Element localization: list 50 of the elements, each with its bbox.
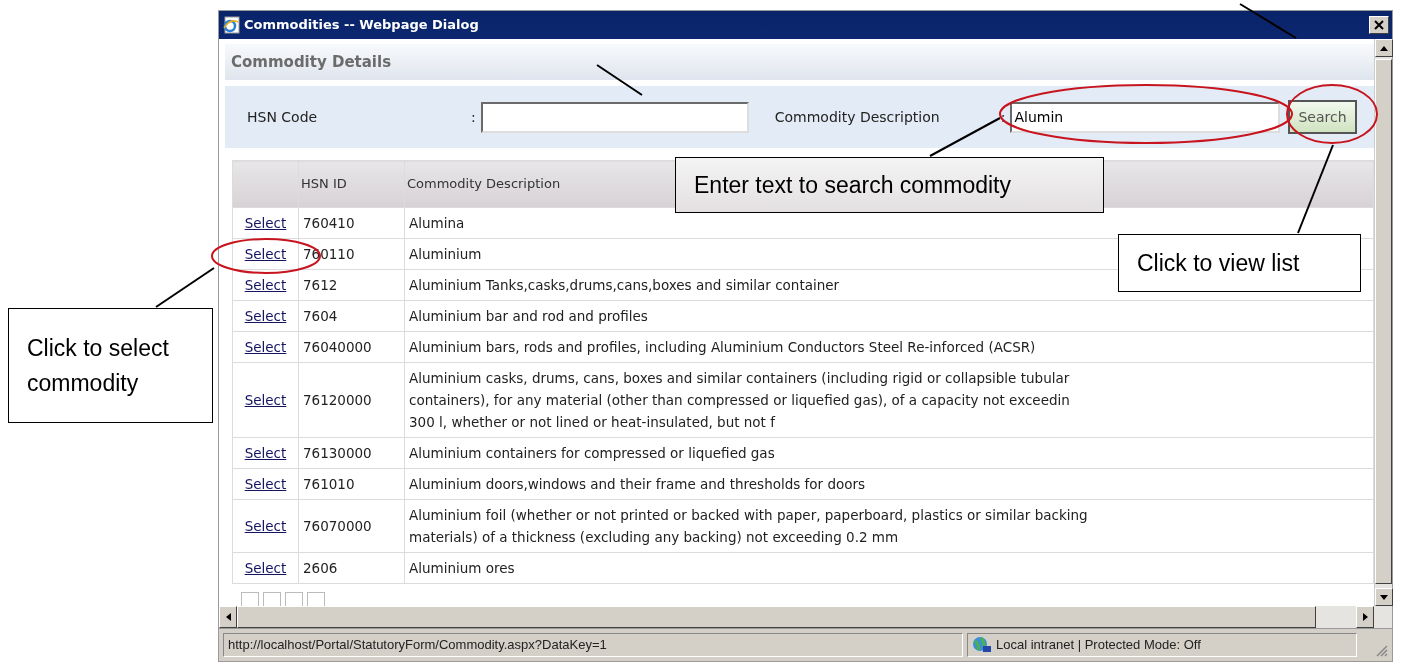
table-cell-text: Aluminium bars, rods and profiles, including Aluminium Conductors Steel Re-inforced (ACSR) xyxy=(409,338,1036,357)
hsn-code-field[interactable] xyxy=(480,101,749,133)
window-title: Commodities -- Webpage Dialog xyxy=(244,16,479,35)
column-header: HSN ID xyxy=(298,160,405,208)
down-arrow-icon[interactable] xyxy=(1380,594,1388,600)
table-cell: 76040000 xyxy=(303,339,372,355)
callout-box: Enter text to search commodity xyxy=(675,157,1104,213)
table-cell-text: materials) of a thickness (excluding any backing) not exceeding 0.2 mm xyxy=(409,528,899,547)
select-link[interactable]: Select xyxy=(244,392,287,408)
table-cell-text: Aluminium xyxy=(409,245,482,264)
table-cell: 2606 xyxy=(303,560,338,576)
browser-icon xyxy=(222,16,240,34)
section-title: Commodity Details xyxy=(231,51,392,73)
right-arrow-icon[interactable] xyxy=(1362,613,1368,621)
table-cell-text: Alumina xyxy=(409,214,465,233)
leader-line xyxy=(155,267,215,308)
table-cell: 76130000 xyxy=(303,445,372,461)
table-cell-text: Aluminium containers for compressed or liquefied gas xyxy=(409,444,775,463)
table-cell-text: 300 l, whether or not lined or heat-insulated, but not f xyxy=(409,413,775,432)
table-cell: 76120000 xyxy=(303,392,372,408)
callout-box: Click to view list xyxy=(1118,234,1361,292)
table-cell-text: containers), for any material (other than compressed or liquefied gas), of a capacity not exceedin xyxy=(409,391,1070,410)
up-arrow-icon[interactable] xyxy=(1380,45,1388,51)
table-cell-text: Aluminium Tanks,casks,drums,cans,boxes and similar container xyxy=(409,276,840,295)
table-cell: 760410 xyxy=(303,215,355,231)
select-link[interactable]: Select xyxy=(244,518,287,534)
table-cell: 7604 xyxy=(303,308,338,324)
globe-icon xyxy=(972,636,992,654)
leader-line xyxy=(596,64,643,96)
table-cell-text: Aluminium doors,windows and their frame and thresholds for doors xyxy=(409,475,866,494)
table-cell-text: Aluminium foil (whether or not printed or backed with paper, paperboard, plastics or similar backing xyxy=(409,506,1088,525)
security-zone: Local intranet | Protected Mode: Off xyxy=(996,636,1201,655)
status-url: http://localhost/Portal/StatutoryForm/Commodity.aspx?DataKey=1 xyxy=(228,636,607,655)
field-label: HSN Code xyxy=(247,107,319,127)
leader-line xyxy=(1239,3,1297,39)
table-cell-text: Aluminium casks, drums, cans, boxes and similar containers (including rigid or collapsible tubular xyxy=(409,369,1070,388)
table-cell-text: Aluminium bar and rod and profiles xyxy=(409,307,648,326)
field-separator: : xyxy=(471,107,476,127)
description-field[interactable]: Alumin xyxy=(1010,101,1281,133)
close-button[interactable] xyxy=(1369,16,1389,34)
table-cell-text: Aluminium ores xyxy=(409,559,515,578)
close-icon[interactable] xyxy=(1373,19,1385,31)
left-arrow-icon[interactable] xyxy=(225,613,231,621)
table-cell: 7612 xyxy=(303,277,338,293)
callout-box: Click to select commodity xyxy=(8,308,213,423)
table-cell: 76070000 xyxy=(303,518,372,534)
table-cell: 761010 xyxy=(303,476,355,492)
resize-grip-icon[interactable] xyxy=(1374,643,1388,657)
search-button[interactable]: Search xyxy=(1288,100,1357,134)
field-label: Commodity Description xyxy=(774,107,941,127)
